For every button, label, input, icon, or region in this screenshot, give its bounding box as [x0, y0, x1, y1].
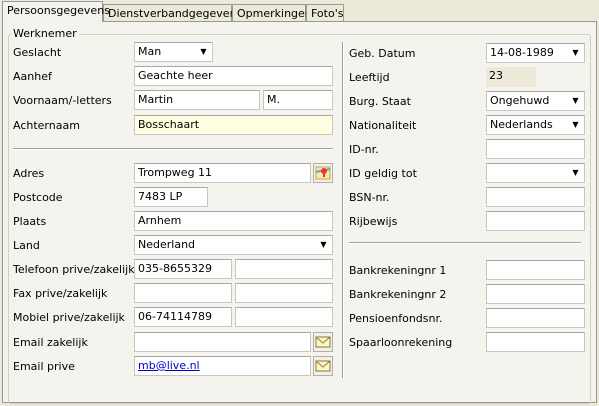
- bsn-label: BSN-nr.: [349, 191, 390, 204]
- group-legend: Werknemer: [11, 27, 79, 40]
- bank1-label: Bankrekeningnr 1: [349, 264, 447, 277]
- plaats-label: Plaats: [13, 215, 47, 228]
- right-divider: [349, 242, 581, 244]
- bank2-label: Bankrekeningnr 2: [349, 288, 447, 301]
- telefoon-label: Telefoon prive/zakelijk: [13, 263, 135, 276]
- tab-dienstverbandgegevens[interactable]: Dienstverbandgegevens: [103, 4, 242, 21]
- nationaliteit-value: Nederlands: [490, 118, 553, 131]
- chevron-down-icon[interactable]: ▼: [568, 117, 583, 133]
- fax-zakelijk-field[interactable]: [235, 283, 333, 303]
- mobiel-label: Mobiel prive/zakelijk: [13, 311, 125, 324]
- adres-label: Adres: [13, 167, 45, 180]
- tab-bar: Persoonsgegevens Dienstverbandgegevens O…: [0, 0, 599, 22]
- email-prive-label: Email prive: [13, 360, 75, 373]
- land-value: Nederland: [138, 238, 196, 251]
- email-prive-field[interactable]: mb@live.nl: [134, 356, 311, 376]
- id-geldig-picker[interactable]: ▼: [486, 163, 585, 183]
- voorletters-field[interactable]: M.: [263, 90, 333, 110]
- land-label: Land: [13, 239, 40, 252]
- voornaam-label: Voornaam/-letters: [13, 94, 112, 107]
- id-nr-field[interactable]: [486, 139, 585, 159]
- burg-staat-label: Burg. Staat: [349, 95, 411, 108]
- leeftijd-label: Leeftijd: [349, 71, 390, 84]
- chevron-down-icon[interactable]: ▼: [568, 165, 583, 181]
- email-zakelijk-label: Email zakelijk: [13, 336, 88, 349]
- id-nr-label: ID-nr.: [349, 143, 379, 156]
- achternaam-label: Achternaam: [13, 119, 80, 132]
- plaats-field[interactable]: Arnhem: [134, 211, 333, 231]
- burg-staat-value: Ongehuwd: [490, 94, 550, 107]
- envelope-icon[interactable]: [313, 356, 333, 376]
- spaarloon-field[interactable]: [486, 332, 585, 352]
- geb-datum-picker[interactable]: 14-08-1989 ▼: [486, 43, 585, 63]
- land-select[interactable]: Nederland ▼: [134, 235, 333, 255]
- geb-datum-label: Geb. Datum: [349, 47, 416, 60]
- aanhef-label: Aanhef: [13, 70, 52, 83]
- tab-persoonsgegevens[interactable]: Persoonsgegevens: [2, 1, 110, 22]
- chevron-down-icon[interactable]: ▼: [568, 93, 583, 109]
- map-icon[interactable]: [313, 163, 333, 183]
- nationaliteit-label: Nationaliteit: [349, 119, 417, 132]
- geb-datum-value: 14-08-1989: [490, 46, 554, 59]
- leeftijd-value: 23: [486, 67, 536, 87]
- nationaliteit-select[interactable]: Nederlands ▼: [486, 115, 585, 135]
- postcode-label: Postcode: [13, 191, 63, 204]
- left-divider-1: [13, 148, 333, 150]
- tab-opmerkingen[interactable]: Opmerkingen: [232, 4, 312, 21]
- adres-field[interactable]: Trompweg 11: [134, 163, 311, 183]
- email-zakelijk-field[interactable]: [134, 332, 311, 352]
- envelope-icon[interactable]: [313, 332, 333, 352]
- id-geldig-label: ID geldig tot: [349, 167, 417, 180]
- bank1-field[interactable]: [486, 260, 585, 280]
- aanhef-field[interactable]: Geachte heer: [134, 66, 333, 86]
- geslacht-value: Man: [138, 45, 162, 58]
- bank2-field[interactable]: [486, 284, 585, 304]
- fax-label: Fax prive/zakelijk: [13, 287, 108, 300]
- burg-staat-select[interactable]: Ongehuwd ▼: [486, 91, 585, 111]
- pensioen-label: Pensioenfondsnr.: [349, 312, 443, 325]
- geslacht-select[interactable]: Man ▼: [134, 42, 213, 62]
- fax-prive-field[interactable]: [134, 283, 232, 303]
- email-prive-link[interactable]: mb@live.nl: [138, 359, 200, 372]
- mobiel-prive-field[interactable]: 06-74114789: [134, 307, 232, 327]
- geslacht-label: Geslacht: [13, 46, 62, 59]
- rijbewijs-field[interactable]: [486, 211, 585, 231]
- rijbewijs-label: Rijbewijs: [349, 215, 398, 228]
- postcode-field[interactable]: 7483 LP: [134, 187, 208, 207]
- column-divider: [342, 42, 344, 378]
- voornaam-field[interactable]: Martin: [134, 90, 260, 110]
- tab-fotos[interactable]: Foto's: [306, 4, 344, 21]
- chevron-down-icon[interactable]: ▼: [196, 44, 211, 60]
- chevron-down-icon[interactable]: ▼: [568, 45, 583, 61]
- telefoon-zakelijk-field[interactable]: [235, 259, 333, 279]
- tab-panel: Werknemer Geslacht Man ▼ Aanhef Geachte …: [2, 21, 597, 404]
- spaarloon-label: Spaarloonrekening: [349, 336, 453, 349]
- chevron-down-icon[interactable]: ▼: [316, 237, 331, 253]
- achternaam-field[interactable]: Bosschaart: [134, 115, 333, 135]
- bsn-field[interactable]: [486, 187, 585, 207]
- telefoon-prive-field[interactable]: 035-8655329: [134, 259, 232, 279]
- pensioen-field[interactable]: [486, 308, 585, 328]
- mobiel-zakelijk-field[interactable]: [235, 307, 333, 327]
